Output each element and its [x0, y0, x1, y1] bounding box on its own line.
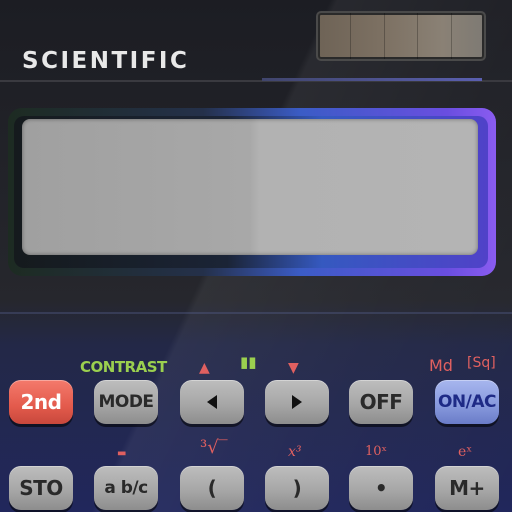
solar-cell: [418, 13, 452, 59]
on-ac-label: ON/AC: [437, 392, 497, 412]
contrast-up-icon: ▲: [199, 360, 210, 376]
right-paren-label: ): [292, 476, 302, 500]
mode-label: MODE: [98, 392, 154, 412]
accent-divider: [262, 78, 482, 81]
e-power-label: eˣ: [458, 444, 473, 460]
solar-cell: [452, 13, 484, 59]
store-button[interactable]: STO: [9, 466, 73, 510]
cursor-left-button[interactable]: [180, 380, 244, 424]
on-ac-button[interactable]: ON/AC: [435, 380, 499, 424]
contrast-bars-icon: ▮▮: [240, 353, 257, 371]
solar-cell: [318, 13, 352, 59]
off-label: OFF: [359, 390, 403, 414]
ten-power-label: 10ˣ: [365, 444, 388, 459]
second-function-label: 2nd: [20, 390, 62, 414]
solar-cell: [351, 13, 385, 59]
off-button[interactable]: OFF: [349, 380, 413, 424]
x-cubed-label: x³: [288, 444, 302, 460]
left-paren-button[interactable]: (: [180, 466, 244, 510]
cube-root-label: ³√‾: [200, 437, 228, 458]
memory-plus-button[interactable]: M+: [435, 466, 499, 510]
md-label: Md: [429, 356, 453, 375]
solar-cell: [385, 13, 419, 59]
mode-button[interactable]: MODE: [94, 380, 158, 424]
fraction-label: a b/c: [104, 478, 148, 498]
lcd-display: [22, 119, 478, 255]
fraction-button[interactable]: a b/c: [94, 466, 158, 510]
contrast-down-icon: ▼: [288, 360, 299, 376]
second-function-button[interactable]: 2nd: [9, 380, 73, 424]
right-paren-button[interactable]: ): [265, 466, 329, 510]
contrast-label: CONTRAST: [80, 358, 167, 376]
sto-secondary-label: ▬: [117, 448, 127, 459]
brand-label: SCIENTIFIC: [22, 48, 190, 74]
decimal-button[interactable]: •: [349, 466, 413, 510]
calculator-body: SCIENTIFIC CONTRAST ▲ ▮▮ ▼ Md [Sq] 2nd M…: [0, 0, 512, 512]
left-paren-label: (: [207, 476, 217, 500]
solar-panel: [318, 13, 484, 59]
memory-plus-label: M+: [449, 476, 485, 500]
cursor-right-button[interactable]: [265, 380, 329, 424]
left-arrow-icon: [207, 395, 217, 409]
store-label: STO: [19, 476, 63, 500]
right-arrow-icon: [292, 395, 302, 409]
sq-label: [Sq]: [467, 355, 496, 371]
decimal-label: •: [374, 476, 388, 500]
keypad-divider: [0, 312, 512, 314]
